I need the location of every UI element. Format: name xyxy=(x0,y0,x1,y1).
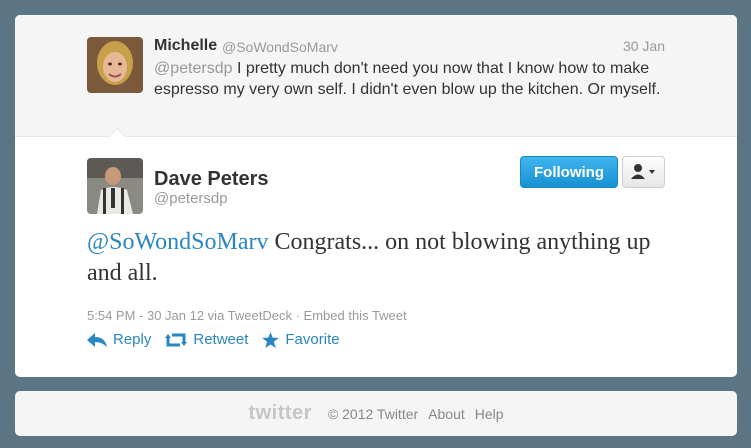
reply-button[interactable]: Reply xyxy=(87,331,151,348)
favorite-label: Favorite xyxy=(285,331,340,348)
reply-label: Reply xyxy=(113,331,152,348)
dave-avatar[interactable] xyxy=(87,158,143,214)
favorite-button[interactable]: Favorite xyxy=(262,331,340,348)
help-link[interactable]: Help xyxy=(475,406,504,422)
author-name[interactable]: Dave Peters xyxy=(154,168,269,191)
mention-link[interactable]: @SoWondSoMarv xyxy=(87,229,269,255)
author-handle[interactable]: @petersdp xyxy=(154,190,228,207)
context-tweet: Michelle @SoWondSoMarv 30 Jan @petersdp … xyxy=(15,15,737,137)
retweet-label: Retweet xyxy=(193,331,249,348)
reply-icon xyxy=(87,332,107,347)
tweet-text: @SoWondSoMarv Congrats... on not blowing… xyxy=(87,227,677,289)
tweet-actions: Reply Retweet Favorite xyxy=(87,331,340,348)
footer: twitter © 2012 Twitter About Help xyxy=(15,391,737,436)
context-mention-link[interactable]: @petersdp xyxy=(154,60,233,77)
tweet-card: Michelle @SoWondSoMarv 30 Jan @petersdp … xyxy=(15,15,737,377)
user-actions-button[interactable] xyxy=(622,156,665,188)
retweet-button[interactable]: Retweet xyxy=(165,331,248,348)
context-author-name[interactable]: Michelle xyxy=(154,37,217,55)
copyright-text: © 2012 Twitter xyxy=(327,405,419,422)
context-tweet-text: @petersdp I pretty much don't need you n… xyxy=(154,58,674,100)
user-dropdown-icon xyxy=(631,164,655,179)
michelle-avatar[interactable] xyxy=(87,37,143,93)
tweet-meta[interactable]: 5:54 PM - 30 Jan 12 via TweetDeck · Embe… xyxy=(87,308,407,323)
following-button[interactable]: Following xyxy=(520,156,618,188)
star-icon xyxy=(262,331,280,348)
context-author-handle[interactable]: @SoWondSoMarv xyxy=(222,39,338,55)
context-tweet-date[interactable]: 30 Jan xyxy=(623,38,665,54)
retweet-icon xyxy=(165,333,188,346)
about-link[interactable]: About xyxy=(428,406,465,422)
twitter-logo[interactable]: twitter xyxy=(248,402,312,425)
